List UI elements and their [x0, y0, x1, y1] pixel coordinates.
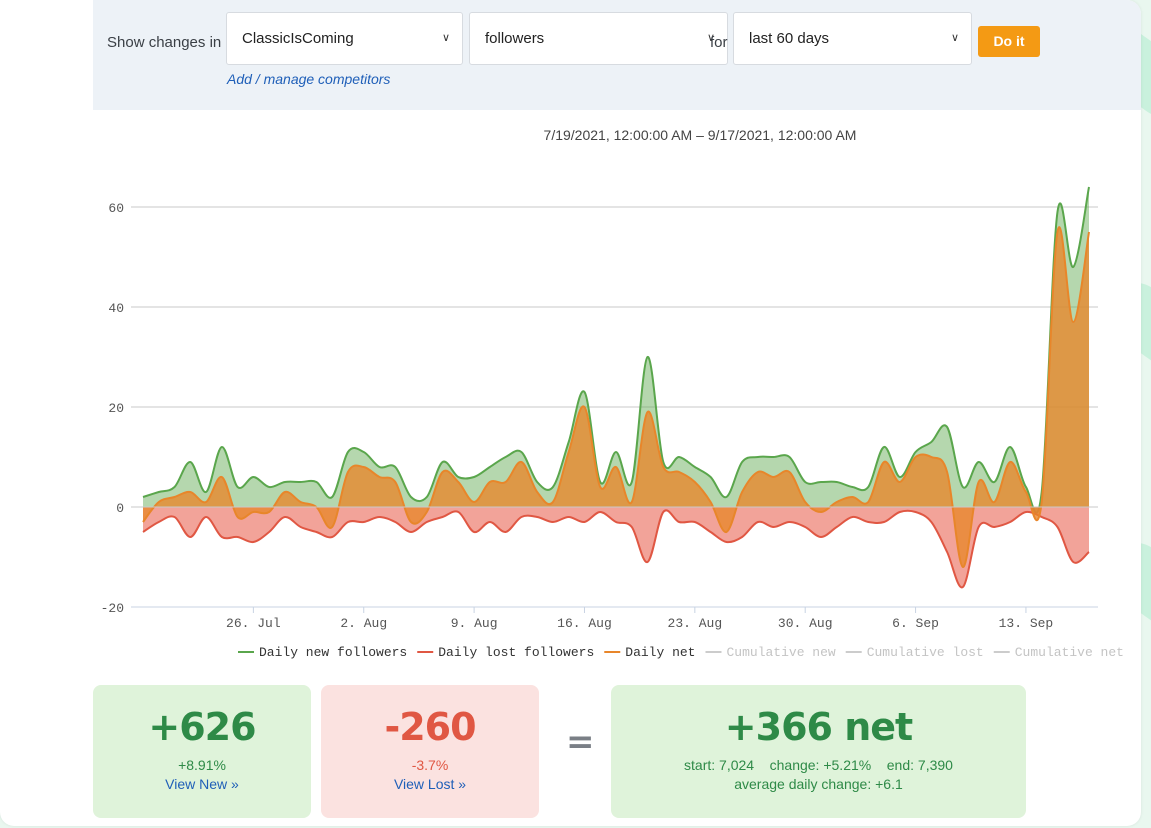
- new-count: +626: [148, 705, 256, 749]
- y-tick-label: -20: [101, 601, 124, 616]
- net-stats: start: 7,024 change: +5.21% end: 7,390: [684, 757, 953, 773]
- period-select[interactable]: last 60 days ∨: [733, 12, 972, 65]
- period-select-value: last 60 days: [749, 30, 830, 47]
- y-tick-label: 0: [116, 501, 124, 516]
- followers-chart: 60 40 20 0 -20 26. Jul 2. Aug 9. Aug 16. Aug 23. …: [101, 186, 1124, 660]
- lost-count: -260: [384, 705, 476, 749]
- legend-item[interactable]: Daily new followers: [259, 645, 407, 660]
- y-tick-label: 40: [108, 301, 124, 316]
- new-pct: +8.91%: [178, 757, 226, 773]
- daily-lost-followers-area: [143, 507, 1089, 588]
- legend-item[interactable]: Cumulative new: [726, 645, 835, 660]
- view-new-link[interactable]: View New »: [93, 776, 311, 792]
- chevron-down-icon: ∨: [441, 32, 450, 44]
- legend-item[interactable]: Cumulative net: [1015, 645, 1124, 660]
- daily-new-followers-area: [143, 187, 1089, 513]
- lost-pct: -3.7%: [411, 757, 449, 773]
- do-it-button[interactable]: Do it: [978, 26, 1040, 57]
- equals-sign: =: [566, 722, 595, 762]
- legend-item[interactable]: Daily lost followers: [438, 645, 594, 660]
- chevron-down-icon: ∨: [950, 32, 959, 44]
- account-select[interactable]: ClassicIsComing ∨: [226, 12, 463, 65]
- x-tick-label: 16. Aug: [557, 616, 612, 631]
- manage-competitors-link[interactable]: Add / manage competitors: [227, 71, 390, 87]
- average-daily-change: average daily change: +6.1: [734, 776, 903, 792]
- x-tick-label: 2. Aug: [340, 616, 387, 631]
- x-tick-label: 26. Jul: [226, 616, 281, 631]
- metric-select[interactable]: followers ∨: [469, 12, 728, 65]
- lost-followers-box: -260 -3.7% View Lost »: [321, 685, 539, 818]
- x-tick-label: 30. Aug: [778, 616, 833, 631]
- show-changes-label: Show changes in: [107, 34, 222, 51]
- legend-item[interactable]: Daily net: [625, 645, 695, 660]
- x-tick-label: 23. Aug: [668, 616, 723, 631]
- legend-item[interactable]: Cumulative lost: [867, 645, 984, 660]
- net-change-box: +366 net start: 7,024 change: +5.21% end…: [611, 685, 1026, 818]
- x-tick-label: 9. Aug: [451, 616, 498, 631]
- x-tick-label: 13. Sep: [999, 616, 1054, 631]
- net-count: +366 net: [724, 705, 913, 749]
- analytics-card: Show changes in ClassicIsComing ∨ follow…: [0, 0, 1141, 826]
- new-followers-box: +626 +8.91% View New »: [93, 685, 311, 818]
- metric-select-value: followers: [485, 30, 545, 47]
- y-tick-label: 20: [108, 401, 124, 416]
- account-select-value: ClassicIsComing: [242, 30, 354, 47]
- chart-date-range: 7/19/2021, 12:00:00 AM – 9/17/2021, 12:0…: [543, 127, 857, 143]
- y-tick-label: 60: [108, 201, 124, 216]
- for-label: for: [710, 34, 728, 51]
- view-lost-link[interactable]: View Lost »: [321, 776, 539, 792]
- x-tick-label: 6. Sep: [892, 616, 939, 631]
